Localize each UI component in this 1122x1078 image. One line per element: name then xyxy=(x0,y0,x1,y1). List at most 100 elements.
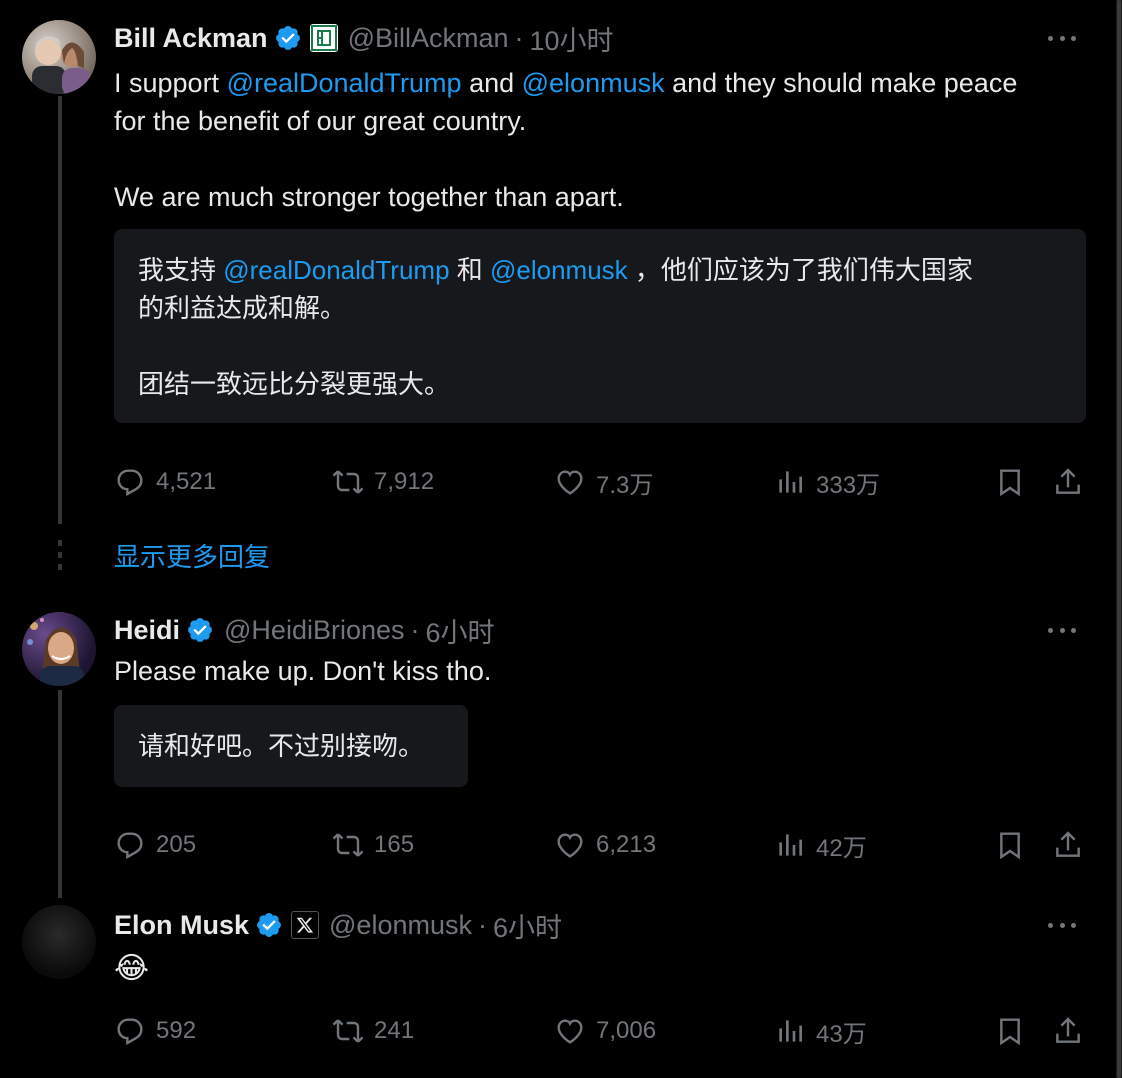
translation-box: 请和好吧。不过别接吻。 xyxy=(114,705,468,787)
verified-badge-icon[interactable] xyxy=(186,616,214,644)
show-more-replies-link[interactable]: 显示更多回复 xyxy=(114,537,270,574)
mention-link[interactable]: @realDonaldTrump xyxy=(227,68,462,98)
repost-icon xyxy=(332,1019,364,1043)
scrollbar-thumb[interactable] xyxy=(1117,0,1121,1078)
repost-count: 165 xyxy=(374,831,415,858)
reply-button[interactable]: 4,521 xyxy=(114,462,216,502)
views-count: 43万 xyxy=(816,1020,867,1048)
reply-count: 205 xyxy=(156,831,197,858)
views-count: 333万 xyxy=(816,471,881,499)
tweet-timestamp[interactable]: 6小时 xyxy=(493,906,562,945)
heart-icon xyxy=(557,470,583,495)
share-button[interactable] xyxy=(1052,825,1084,865)
translation-segment: ，他们应该为了我们伟大国家 xyxy=(627,255,973,285)
affiliation-badge-icon[interactable] xyxy=(309,24,338,52)
views-count: 42万 xyxy=(816,834,867,862)
separator-dot: · xyxy=(477,909,487,940)
thread-line xyxy=(58,690,62,898)
share-button[interactable] xyxy=(1052,462,1084,502)
bookmark-button[interactable] xyxy=(994,1011,1026,1051)
mention-link[interactable]: @realDonaldTrump xyxy=(223,255,449,285)
tweet-timestamp[interactable]: 6小时 xyxy=(426,611,495,650)
reply-count: 4,521 xyxy=(156,468,217,495)
tweet-text-segment: I support xyxy=(114,68,227,98)
repost-icon xyxy=(332,470,364,494)
tweet-header: Elon Musk @elonmusk · 6小时 xyxy=(114,905,562,945)
tweet-text-segment: and they should make peace xyxy=(664,68,1018,98)
reply-icon xyxy=(117,1018,143,1046)
mention-link[interactable]: @elonmusk xyxy=(490,255,628,285)
repost-button[interactable]: 7,912 xyxy=(332,462,434,502)
tweet-text-line: We are much stronger together than apart… xyxy=(114,182,624,212)
verified-badge-icon[interactable] xyxy=(274,24,302,52)
tweet-header: Bill Ackman @BillAckman · 10小时 xyxy=(114,18,614,58)
reply-icon xyxy=(117,469,143,497)
views-icon xyxy=(779,1020,802,1042)
author-handle[interactable]: @BillAckman xyxy=(348,23,509,54)
author-handle[interactable]: @HeidiBriones xyxy=(224,615,404,646)
repost-icon xyxy=(332,833,364,857)
tweet-text-line: for the benefit of our great country. xyxy=(114,106,527,136)
heart-icon xyxy=(557,1019,583,1044)
tweet-actions: 592 241 7,006 43万 xyxy=(114,1011,1094,1051)
translation-segment: 和 xyxy=(449,255,490,285)
share-icon xyxy=(1056,831,1080,857)
share-icon xyxy=(1056,468,1080,494)
tweet-actions: 205 165 6,213 42万 xyxy=(114,825,1094,865)
repost-count: 7,912 xyxy=(374,468,435,495)
separator-dot: · xyxy=(514,22,524,53)
heart-icon xyxy=(557,833,583,858)
like-button[interactable]: 6,213 xyxy=(554,825,656,865)
tweet-header: Heidi @HeidiBriones · 6小时 xyxy=(114,610,495,650)
like-button[interactable]: 7.3万 xyxy=(554,462,653,502)
reply-button[interactable]: 205 xyxy=(114,825,196,865)
author-name[interactable]: Elon Musk xyxy=(114,910,249,941)
separator-dot: · xyxy=(410,614,420,645)
more-options-icon[interactable] xyxy=(1042,913,1082,937)
bookmark-button[interactable] xyxy=(994,462,1026,502)
avatar-heidi[interactable] xyxy=(22,612,96,686)
share-button[interactable] xyxy=(1052,1011,1084,1051)
reply-icon xyxy=(117,832,143,860)
bookmark-icon xyxy=(1000,832,1020,860)
views-icon xyxy=(779,471,802,493)
verified-badge-icon[interactable] xyxy=(255,911,283,939)
translation-box: 我支持 @realDonaldTrump 和 @elonmusk ，他们应该为了… xyxy=(114,229,1086,423)
like-count: 6,213 xyxy=(596,831,657,858)
tweet-actions: 4,521 7,912 7.3万 333万 xyxy=(114,462,1094,502)
more-options-icon[interactable] xyxy=(1042,26,1082,50)
views-icon xyxy=(779,834,802,856)
like-button[interactable]: 7,006 xyxy=(554,1011,656,1051)
author-handle[interactable]: @elonmusk xyxy=(329,910,472,941)
author-name[interactable]: Heidi xyxy=(114,615,180,646)
bookmark-icon xyxy=(1000,469,1020,497)
like-count: 7,006 xyxy=(596,1017,657,1044)
tweet-text: I support @realDonaldTrump and @elonmusk… xyxy=(114,64,1017,216)
author-name[interactable]: Bill Ackman xyxy=(114,23,268,54)
bookmark-icon xyxy=(1000,1018,1020,1046)
tweet-timestamp[interactable]: 10小时 xyxy=(530,19,614,58)
translation-segment: 我支持 xyxy=(138,255,224,285)
repost-button[interactable]: 241 xyxy=(332,1011,414,1051)
like-count: 7.3万 xyxy=(596,471,654,499)
tweet-text-segment: and xyxy=(461,68,522,98)
tweet-emoji: 😂 xyxy=(114,952,150,985)
views-button[interactable]: 42万 xyxy=(774,825,867,865)
mention-link[interactable]: @elonmusk xyxy=(522,68,665,98)
avatar-bill-ackman[interactable] xyxy=(22,20,96,94)
repost-count: 241 xyxy=(374,1017,415,1044)
more-options-icon[interactable] xyxy=(1042,618,1082,642)
bookmark-button[interactable] xyxy=(994,825,1026,865)
thread-ellipsis xyxy=(58,540,62,576)
views-button[interactable]: 43万 xyxy=(774,1011,867,1051)
reply-count: 592 xyxy=(156,1017,197,1044)
avatar-elon-musk[interactable] xyxy=(22,905,96,979)
repost-button[interactable]: 165 xyxy=(332,825,414,865)
share-icon xyxy=(1056,1017,1080,1043)
thread-line xyxy=(58,96,62,524)
tweet-text: Please make up. Don't kiss tho. xyxy=(114,656,492,686)
x-affiliation-icon[interactable] xyxy=(291,911,320,939)
views-button[interactable]: 333万 xyxy=(774,462,880,502)
reply-button[interactable]: 592 xyxy=(114,1011,196,1051)
translation-line: 的利益达成和解。 xyxy=(138,293,347,323)
